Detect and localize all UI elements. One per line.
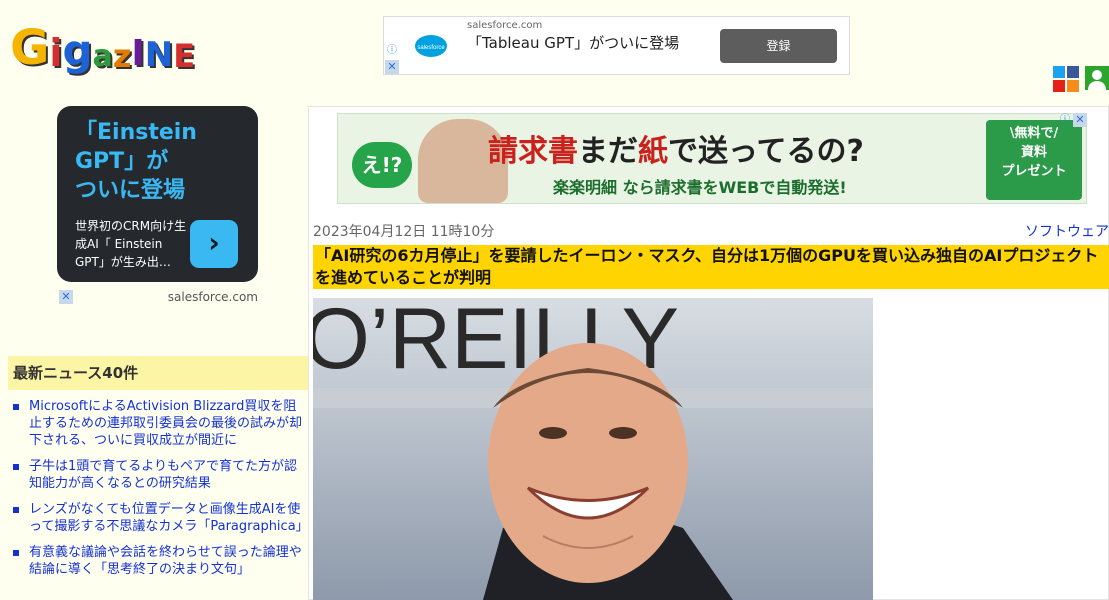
chevron-right-icon[interactable]: › xyxy=(190,220,238,268)
adchoice-icon[interactable]: ⓘ xyxy=(1058,113,1072,127)
youtube-icon[interactable] xyxy=(1053,80,1065,92)
top-ad[interactable]: salesforce salesforce.com 「Tableau GPT」が… xyxy=(383,16,850,75)
ad-domain: salesforce.com xyxy=(467,20,543,31)
adchoice-icon[interactable]: ⓘ xyxy=(385,44,399,58)
ad-headline[interactable]: 「Tableau GPT」がついに登場 xyxy=(467,33,707,53)
logo-letter: I xyxy=(131,33,145,74)
news-item[interactable]: 有意義な議論や会話を終わらせて誤った論理や結論に導く「思考終了の決まり文句」 xyxy=(10,544,308,578)
register-button[interactable]: 登録 xyxy=(720,29,837,63)
news-item[interactable]: MicrosoftによるActivision Blizzard買収を阻止するため… xyxy=(10,398,308,449)
site-logo[interactable]: G i g a z I N E xyxy=(10,10,195,72)
news-list: MicrosoftによるActivision Blizzard買収を阻止するため… xyxy=(10,398,309,587)
facebook-icon[interactable] xyxy=(1067,66,1079,78)
ad-domain[interactable]: salesforce.com xyxy=(168,290,258,304)
banner-badge: え!? xyxy=(352,142,412,188)
rakuraku-banner-ad[interactable]: え!? 請求書まだ紙で送ってるの? 楽楽明細 なら請求書をWEBで自動発送! \… xyxy=(337,113,1087,204)
article-date: 2023年04月12日 11時10分 xyxy=(313,224,495,240)
person-icon xyxy=(1088,70,1106,90)
logo-letter: G xyxy=(10,20,50,76)
sidebar-ad[interactable]: 「Einstein GPT」が ついに登場 世界初のCRM向け生成AI「 Ein… xyxy=(57,106,258,282)
social-icons xyxy=(1053,66,1081,92)
logo-letter: g xyxy=(62,26,93,75)
ad-description: 世界初のCRM向け生成AI「 Einstein GPT」が生み出… xyxy=(75,219,187,269)
rss-icon[interactable] xyxy=(1067,80,1079,92)
svg-text:salesforce: salesforce xyxy=(417,45,445,51)
free-materials-badge[interactable]: \無料で/ 資料 プレゼント xyxy=(986,120,1082,200)
logo-letter: N xyxy=(144,35,174,75)
article-title[interactable]: 「AI研究の6カ月停止」を要請したイーロン・マスク、自分は1万個のGPUを買い込… xyxy=(313,245,1109,289)
close-icon[interactable]: ✕ xyxy=(1073,113,1087,127)
logo-letter: a xyxy=(92,39,113,74)
news-item[interactable]: レンズがなくても位置データと画像生成AIを使って撮影する不思議なカメラ「Para… xyxy=(10,501,309,535)
user-icon[interactable] xyxy=(1085,66,1109,90)
banner-subline: 楽楽明細 なら請求書をWEBで自動発送! xyxy=(553,178,847,197)
article-category-link[interactable]: ソフトウェア xyxy=(1025,221,1109,241)
news-item[interactable]: 子牛は1頭で育てるよりもペアで育てた方が認知能力が高くなるとの研究結果 xyxy=(10,458,308,492)
news-heading: 最新ニュース40件 xyxy=(8,356,308,390)
twitter-icon[interactable] xyxy=(1053,66,1065,78)
logo-letter: E xyxy=(173,37,196,75)
close-icon[interactable]: ✕ xyxy=(385,60,399,74)
logo-letter: i xyxy=(49,31,63,75)
logo-letter: z xyxy=(112,37,132,75)
ad-title: 「Einstein GPT」が ついに登場 xyxy=(75,120,197,203)
sidebar-ad-footer: ✕ salesforce.com xyxy=(57,288,258,306)
banner-headline: 請求書まだ紙で送ってるの? xyxy=(488,134,864,169)
article-photo-image: O’REILLY xyxy=(313,298,873,600)
article-meta: 2023年04月12日 11時10分 ソフトウェア xyxy=(313,221,1109,241)
salesforce-logo-icon: salesforce xyxy=(415,35,447,57)
close-icon[interactable]: ✕ xyxy=(59,290,73,304)
article-photo[interactable]: O’REILLY xyxy=(313,298,873,600)
